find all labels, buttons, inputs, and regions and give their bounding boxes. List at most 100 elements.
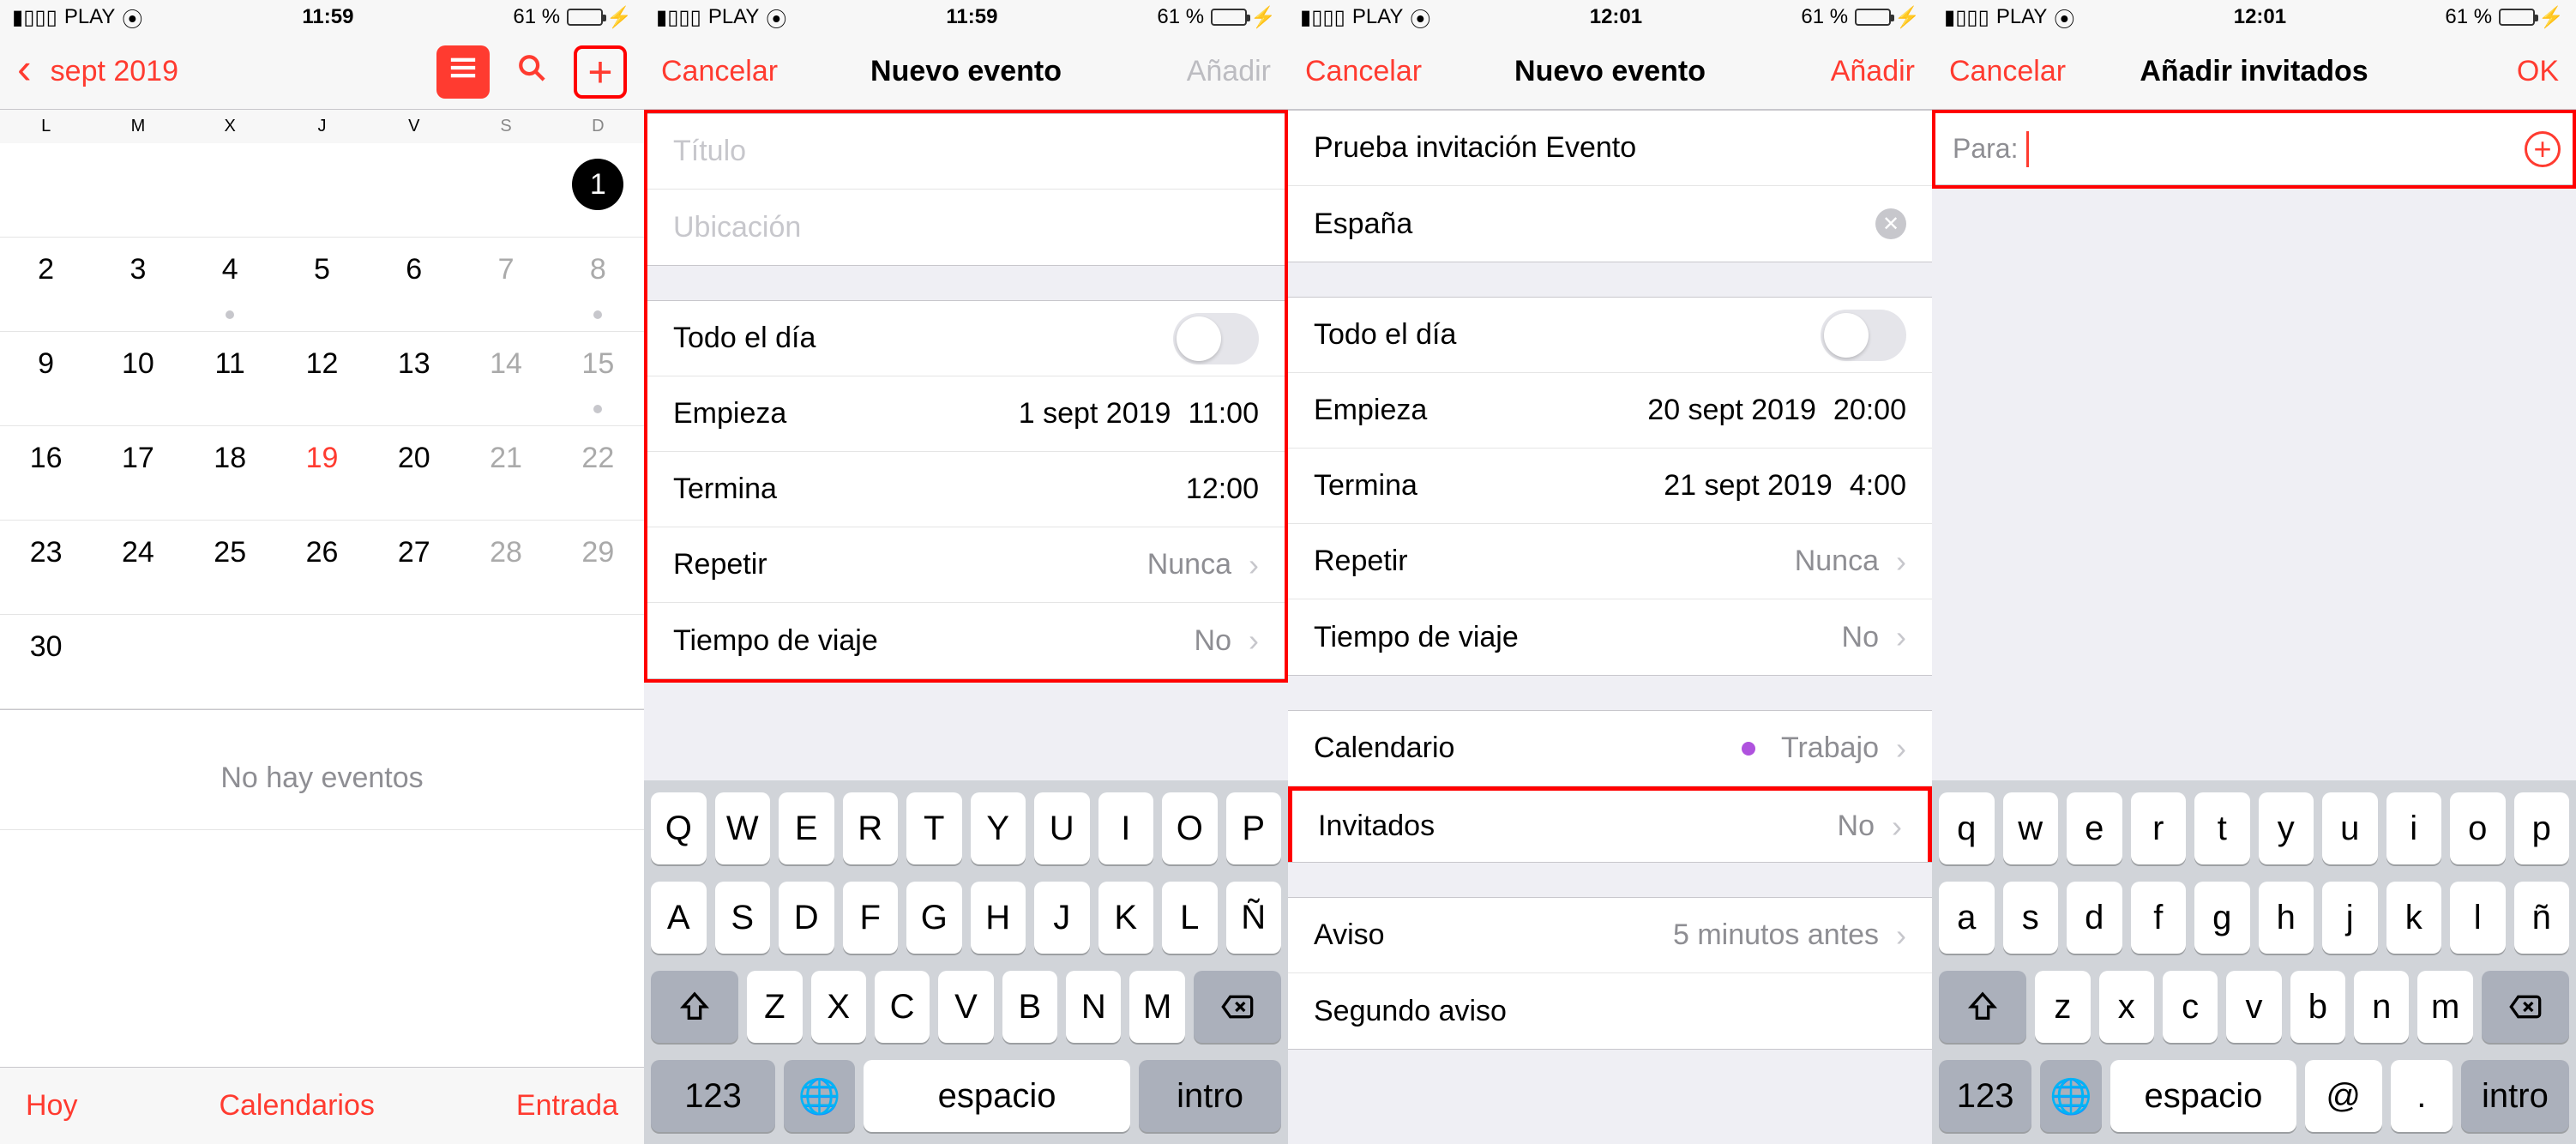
starts-row[interactable]: Empieza1 sept 201911:00	[647, 376, 1285, 452]
calendar-day[interactable]	[276, 615, 368, 708]
key-c[interactable]: c	[2163, 971, 2218, 1043]
allday-row[interactable]: Todo el día	[1288, 298, 1932, 373]
calendar-day[interactable]	[0, 143, 92, 237]
key-p[interactable]: P	[1226, 792, 1282, 864]
key-t[interactable]: T	[906, 792, 962, 864]
key-n[interactable]: n	[2354, 971, 2409, 1043]
repeat-row[interactable]: RepetirNunca›	[1288, 524, 1932, 599]
key-i[interactable]: I	[1098, 792, 1154, 864]
key-z[interactable]: z	[2035, 971, 2090, 1043]
key-g[interactable]: g	[2194, 882, 2250, 954]
cancel-button[interactable]: Cancelar	[661, 55, 816, 88]
list-view-button[interactable]	[436, 45, 490, 99]
key-j[interactable]: J	[1034, 882, 1090, 954]
travel-row[interactable]: Tiempo de viajeNo›	[647, 603, 1285, 678]
key-h[interactable]: h	[2259, 882, 2314, 954]
key-l[interactable]: l	[2450, 882, 2506, 954]
key-f[interactable]: F	[843, 882, 899, 954]
calendar-day[interactable]: 9	[0, 332, 92, 425]
calendar-day[interactable]	[460, 143, 551, 237]
key-q[interactable]: Q	[651, 792, 707, 864]
calendar-day[interactable]	[184, 615, 276, 708]
calendar-day[interactable]: 16	[0, 426, 92, 520]
enter-key[interactable]: intro	[1139, 1060, 1281, 1132]
calendar-day[interactable]: 6	[368, 238, 460, 331]
calendar-day[interactable]: 21	[460, 426, 551, 520]
calendar-day[interactable]: 29	[552, 521, 644, 614]
key-v[interactable]: v	[2226, 971, 2281, 1043]
calendar-day[interactable]: 23	[0, 521, 92, 614]
key-o[interactable]: o	[2450, 792, 2506, 864]
key-m[interactable]: M	[1129, 971, 1184, 1043]
key-o[interactable]: O	[1162, 792, 1218, 864]
add-button[interactable]: Añadir	[1760, 55, 1915, 88]
key-z[interactable]: Z	[747, 971, 802, 1043]
alert-row[interactable]: Aviso5 minutos antes›	[1288, 898, 1932, 973]
key-j[interactable]: j	[2322, 882, 2378, 954]
calendar-day[interactable]: 7	[460, 238, 551, 331]
space-key[interactable]: espacio	[2110, 1060, 2296, 1132]
calendar-day[interactable]: 12	[276, 332, 368, 425]
key-h[interactable]: H	[971, 882, 1026, 954]
keyboard[interactable]: QWERTYUIOP ASDFGHJKLÑ ZXCVBNM 123 🌐 espa…	[644, 780, 1288, 1144]
key-d[interactable]: D	[779, 882, 834, 954]
calendar-day[interactable]: 15	[552, 332, 644, 425]
calendar-day[interactable]: 14	[460, 332, 551, 425]
search-button[interactable]	[505, 45, 558, 99]
key-i[interactable]: i	[2386, 792, 2442, 864]
key-k[interactable]: K	[1098, 882, 1154, 954]
key-b[interactable]: b	[2290, 971, 2345, 1043]
calendar-day[interactable]: 17	[92, 426, 184, 520]
numbers-key[interactable]: 123	[651, 1060, 775, 1132]
calendar-day[interactable]: 22	[552, 426, 644, 520]
numbers-key[interactable]: 123	[1939, 1060, 2031, 1132]
calendar-day[interactable]: 19	[276, 426, 368, 520]
calendar-grid[interactable]: 1234567891011121314151617181920212223242…	[0, 143, 644, 709]
repeat-row[interactable]: RepetirNunca›	[647, 527, 1285, 603]
keyboard[interactable]: qwertyuiop asdfghjklñ zxcvbnm 123 🌐 espa…	[1932, 780, 2576, 1144]
calendar-day[interactable]: 1	[552, 143, 644, 237]
key-ñ[interactable]: Ñ	[1226, 882, 1282, 954]
globe-key[interactable]: 🌐	[2040, 1060, 2102, 1132]
calendar-day[interactable]: 27	[368, 521, 460, 614]
shift-key[interactable]	[1939, 971, 2026, 1043]
key-u[interactable]: u	[2322, 792, 2378, 864]
key-d[interactable]: d	[2067, 882, 2122, 954]
key-y[interactable]: y	[2259, 792, 2314, 864]
key-x[interactable]: X	[811, 971, 866, 1043]
calendar-day[interactable]: 3	[92, 238, 184, 331]
key-e[interactable]: E	[779, 792, 834, 864]
to-field[interactable]: Para:	[1935, 113, 2513, 185]
key-c[interactable]: C	[875, 971, 930, 1043]
key-r[interactable]: r	[2131, 792, 2187, 864]
dot-key[interactable]: .	[2391, 1060, 2453, 1132]
allday-row[interactable]: Todo el día	[647, 301, 1285, 376]
calendar-day[interactable]: 11	[184, 332, 276, 425]
calendar-day[interactable]: 20	[368, 426, 460, 520]
key-v[interactable]: V	[938, 971, 993, 1043]
calendar-day[interactable]	[552, 615, 644, 708]
key-f[interactable]: f	[2131, 882, 2187, 954]
calendar-day[interactable]	[184, 143, 276, 237]
calendar-day[interactable]	[92, 615, 184, 708]
calendar-day[interactable]: 2	[0, 238, 92, 331]
calendars-button[interactable]: Calendarios	[219, 1089, 374, 1123]
allday-toggle[interactable]	[1173, 313, 1259, 364]
cancel-button[interactable]: Cancelar	[1305, 55, 1460, 88]
key-a[interactable]: a	[1939, 882, 1995, 954]
space-key[interactable]: espacio	[864, 1060, 1130, 1132]
ends-row[interactable]: Termina21 sept 20194:00	[1288, 449, 1932, 524]
key-r[interactable]: R	[843, 792, 899, 864]
key-l[interactable]: L	[1162, 882, 1218, 954]
key-s[interactable]: s	[2003, 882, 2059, 954]
calendar-day[interactable]	[368, 143, 460, 237]
add-event-button[interactable]: +	[574, 45, 627, 99]
second-alert-row[interactable]: Segundo aviso	[1288, 973, 1932, 1049]
calendar-day[interactable]: 30	[0, 615, 92, 708]
starts-row[interactable]: Empieza20 sept 201920:00	[1288, 373, 1932, 449]
calendar-day[interactable]: 5	[276, 238, 368, 331]
shift-key[interactable]	[651, 971, 738, 1043]
at-key[interactable]: @	[2305, 1060, 2382, 1132]
key-w[interactable]: W	[715, 792, 771, 864]
calendar-day[interactable]	[460, 615, 551, 708]
